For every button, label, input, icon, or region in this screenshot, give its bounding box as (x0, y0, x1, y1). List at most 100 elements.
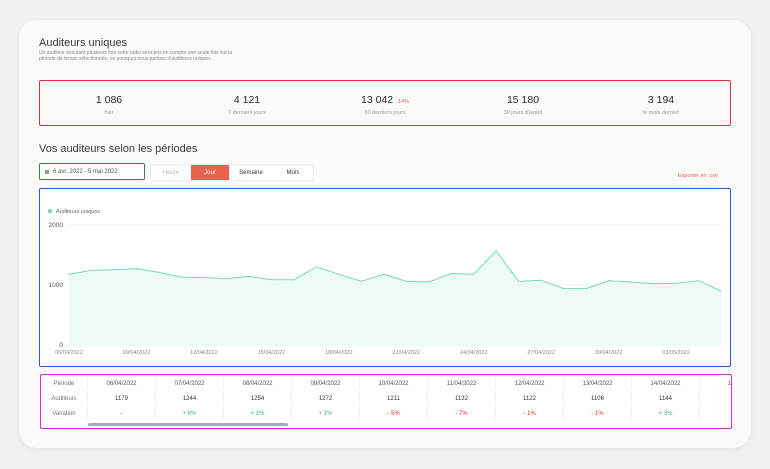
table-cell: 12/04/2022 (495, 377, 563, 390)
stat-last-month: 3 194 le mois dernier (592, 81, 730, 125)
table-row-period: Période 06/04/2022 07/04/2022 08/04/2022… (41, 377, 731, 390)
legend-marker-icon (47, 208, 53, 214)
data-point (180, 276, 183, 278)
stat-last-30-days: 13 042 -14% 30 derniers jours (316, 81, 454, 125)
stat-label: 7 derniers jours (228, 110, 266, 116)
data-point (225, 278, 227, 280)
stat-label: 30 jours d'avant (503, 110, 543, 116)
tab-week[interactable]: Semaine (229, 165, 273, 180)
data-point (248, 275, 250, 277)
table-cell: - (699, 407, 731, 420)
calendar-icon (45, 169, 49, 174)
table-cell: - (87, 407, 155, 420)
x-tick-label: 12/04/2022 (190, 350, 218, 356)
chart-svg: 0 1000 2000 06/04/2022 09/04/2022 12/04/2022 1… (47, 208, 722, 356)
stats-summary: 1 086 hier 4 121 7 derniers jours 13 042… (39, 80, 731, 126)
stat-label: le mois dernier (642, 110, 680, 116)
page-title: Auditeurs uniques (39, 37, 128, 49)
table-cell: 1122 (495, 392, 563, 405)
row-header: Période (53, 380, 75, 387)
table-row-variation: Variation - + 6% + 1% + 1% - 5% - 7% - 1… (41, 407, 731, 420)
table-cell: 1244 (155, 392, 223, 405)
table-cell: + 3% (631, 407, 699, 420)
data-point (405, 280, 407, 282)
horizontal-scrollbar[interactable] (88, 423, 288, 426)
table-cell: 13/04/2022 (563, 377, 631, 390)
table-cell: 11/04/2022 (427, 377, 495, 390)
data-point (563, 288, 565, 290)
date-range-picker[interactable]: 6 avr. 2022 - 5 mai 2022 (39, 163, 145, 180)
data-point (293, 279, 295, 281)
table-cell: 14/04/2022 (631, 377, 699, 390)
data-point (158, 271, 160, 273)
table-cell: 1254 (223, 392, 291, 405)
legend-label: Auditeurs uniques (56, 209, 100, 215)
data-point (518, 280, 520, 282)
data-point (495, 250, 497, 252)
data-point (270, 279, 272, 281)
tab-month[interactable]: Mois (273, 165, 313, 180)
table-cell: 15/0 (699, 377, 731, 390)
data-point (90, 269, 93, 271)
x-tick-label: 18/04/2022 (325, 350, 353, 356)
x-tick-label: 15/04/2022 (258, 350, 286, 356)
y-tick-label: 2000 (49, 222, 64, 229)
data-point (135, 268, 138, 270)
table-cell: - 1% (495, 407, 563, 420)
x-tick-label: 21/04/2022 (392, 350, 420, 356)
table-cell: 1179 (87, 392, 155, 405)
page-description: Un auditeur écoutant plusieurs fois votr… (39, 50, 233, 63)
stat-value: 1 086 (95, 94, 123, 106)
data-point (630, 281, 632, 283)
data-point (113, 269, 115, 271)
tab-hour[interactable]: Heure (151, 165, 191, 180)
stat-label: 30 derniers jours (364, 110, 406, 116)
stat-label: hier (104, 110, 114, 116)
table-row-listeners: Auditeurs 1179 1244 1254 1272 1211 1132 … (41, 392, 731, 405)
table-cell: 1106 (563, 392, 631, 405)
date-range-text: 6 avr. 2022 - 5 mai 2022 (53, 168, 118, 175)
data-point (383, 273, 385, 275)
granularity-selector: Heure Jour Semaine Mois (150, 164, 314, 181)
data-point (203, 277, 205, 279)
data-point (540, 279, 542, 281)
table-cell: + 6% (155, 407, 223, 420)
table-cell: 1132 (427, 392, 495, 405)
section-title: Vos auditeurs selon les périodes (39, 143, 198, 155)
table-cell: 1144 (631, 392, 699, 405)
data-point (338, 273, 340, 275)
x-tick-label: 09/04/2022 (123, 350, 151, 356)
stat-value: 13 042 (361, 94, 394, 106)
data-point (428, 281, 430, 283)
stat-yesterday: 1 086 hier (40, 81, 178, 125)
data-point (68, 273, 70, 275)
x-tick-label: 06/04/2022 (55, 350, 83, 356)
unique-listeners-card: Auditeurs uniques Un auditeur écoutant p… (19, 20, 751, 448)
data-point (675, 282, 677, 284)
listeners-chart: 0 1000 2000 06/04/2022 09/04/2022 12/04/2022 1… (39, 188, 731, 367)
stat-last-7-days: 4 121 7 derniers jours (178, 81, 316, 125)
listeners-table: Période 06/04/2022 07/04/2022 08/04/2022… (40, 374, 732, 429)
data-point (585, 288, 587, 290)
stat-previous-30-days: 15 180 30 jours d'avant (454, 81, 592, 125)
data-point (473, 273, 475, 275)
row-header: Variation (52, 410, 76, 417)
tab-day[interactable]: Jour (191, 165, 229, 180)
x-tick-label: 24/04/2022 (460, 350, 488, 356)
table-cell: 1272 (291, 392, 359, 405)
y-tick-label: 1000 (49, 282, 64, 289)
export-csv-link[interactable]: Exporter en .csv (678, 173, 718, 179)
data-point (607, 280, 610, 282)
table-cell: + 1% (223, 407, 291, 420)
table-cell (699, 392, 731, 405)
stat-value: 3 194 (647, 94, 675, 106)
table-cell: 10/04/2022 (359, 377, 427, 390)
row-header: Auditeurs (51, 395, 77, 402)
table-cell: - 1% (563, 407, 631, 420)
table-cell: 09/04/2022 (291, 377, 359, 390)
data-point (697, 280, 700, 282)
x-tick-label: 30/04/2022 (595, 350, 623, 356)
x-tick-label: 27/04/2022 (527, 350, 555, 356)
x-tick-label: 03/05/2022 (662, 350, 690, 356)
stat-value: 4 121 (233, 94, 261, 106)
